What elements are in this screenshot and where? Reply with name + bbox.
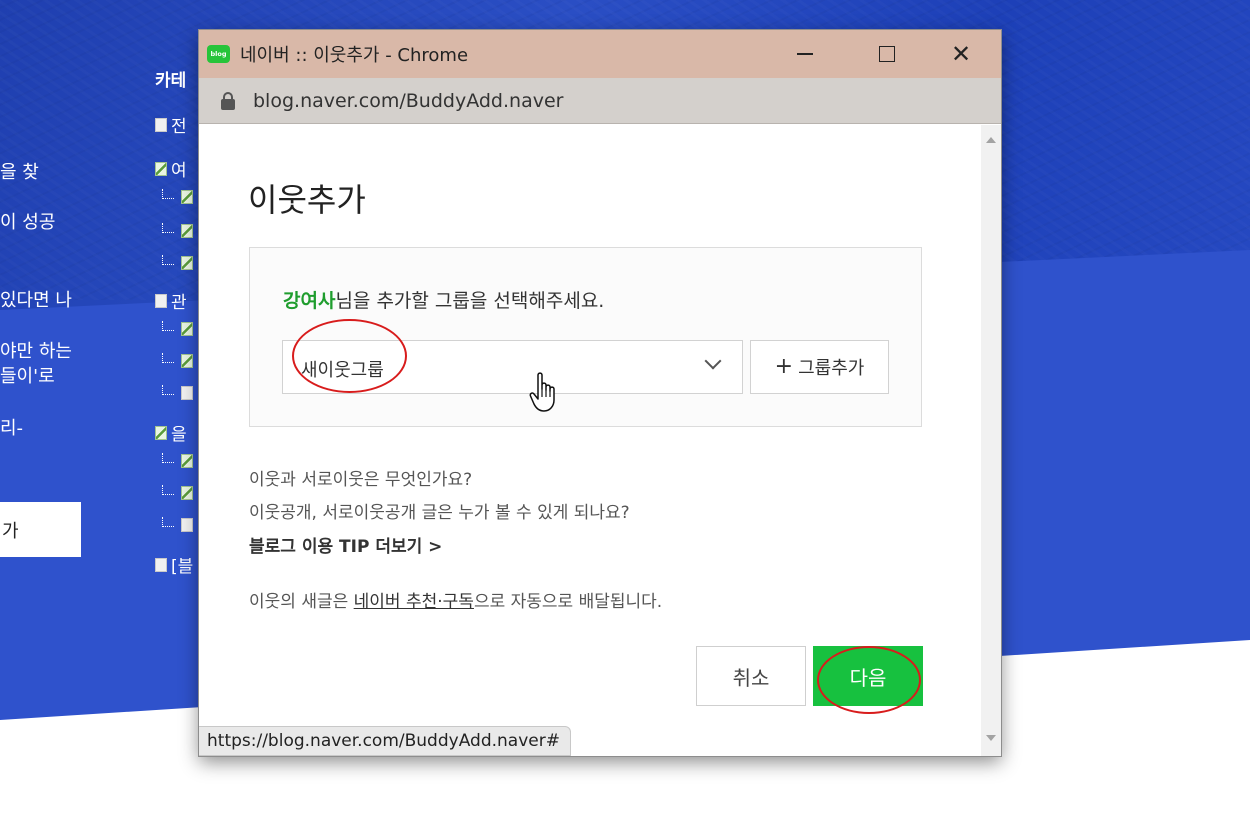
category-subitem[interactable] [162, 255, 193, 270]
category-subitem[interactable] [162, 453, 193, 468]
dialog-content: 이웃추가 강여사님을 추가할 그룹을 선택해주세요. 새이웃그룹 + 그룹추가 … [199, 125, 981, 756]
next-button[interactable]: 다음 [813, 646, 923, 706]
background-button[interactable]: 가 [0, 502, 81, 557]
group-prompt-text: 님을 추가할 그룹을 선택해주세요. [335, 290, 605, 312]
scroll-down-arrow-icon[interactable] [986, 735, 996, 741]
group-select-dropdown[interactable]: 새이웃그룹 [282, 340, 743, 394]
close-icon: ✕ [950, 40, 972, 68]
document-icon [181, 386, 193, 400]
group-prompt: 강여사님을 추가할 그룹을 선택해주세요. [283, 286, 604, 313]
category-icon [155, 161, 167, 176]
group-select-value: 새이웃그룹 [301, 360, 384, 381]
window-title: 네이버 :: 이웃추가 - Chrome [240, 45, 469, 66]
category-item[interactable]: [블 [155, 552, 193, 577]
background-post-text: 야만 하는 [0, 341, 72, 362]
tree-line [162, 223, 174, 233]
tree-line [162, 321, 174, 331]
tree-line [162, 485, 174, 495]
background-post-text: 있다면 나 [0, 290, 72, 311]
background-post-text: 들이'로 [0, 366, 55, 387]
link-status-bar: https://blog.naver.com/BuddyAdd.naver# [199, 726, 571, 756]
background-post-text: 을 찾 [0, 162, 39, 183]
category-header: 카테 [155, 71, 187, 91]
close-button[interactable]: ✕ [927, 30, 995, 78]
document-icon [155, 557, 167, 572]
scroll-up-arrow-icon[interactable] [986, 137, 996, 143]
url-text[interactable]: blog.naver.com/BuddyAdd.naver [253, 90, 563, 112]
background-post-text: 리- [0, 418, 24, 439]
add-group-button[interactable]: + 그룹추가 [750, 340, 889, 394]
blog-tip-link[interactable]: 블로그 이용 TIP 더보기 > [249, 532, 442, 557]
category-icon [181, 354, 193, 368]
naver-subscription-link[interactable]: 네이버 추천·구독 [354, 592, 474, 612]
delivery-suffix: 으로 자동으로 배달됩니다. [473, 592, 663, 612]
vertical-scrollbar[interactable] [981, 125, 1001, 756]
chevron-down-icon [704, 352, 722, 370]
category-subitem[interactable] [162, 189, 193, 204]
category-subitem[interactable] [162, 517, 193, 532]
category-subitem[interactable] [162, 223, 193, 238]
maximize-button[interactable] [853, 30, 921, 78]
category-icon [181, 454, 193, 468]
category-icon [181, 190, 193, 204]
category-icon [181, 224, 193, 238]
plus-icon: + [774, 354, 794, 379]
document-icon [155, 293, 167, 308]
dialog-heading: 이웃추가 [248, 181, 366, 219]
category-subitem[interactable] [162, 385, 193, 400]
background-post-text: 이 성공 [0, 212, 56, 233]
minimize-icon [797, 53, 813, 55]
window-titlebar[interactable]: blog 네이버 :: 이웃추가 - Chrome ✕ [199, 30, 1001, 78]
document-icon [181, 518, 193, 532]
tree-line [162, 189, 174, 199]
category-subitem[interactable] [162, 353, 193, 368]
tree-line [162, 453, 174, 463]
faq-link-visibility[interactable]: 이웃공개, 서로이웃공개 글은 누가 볼 수 있게 되나요? [249, 498, 630, 523]
category-item[interactable]: 관 [155, 288, 187, 313]
delivery-prefix: 이웃의 새글은 [249, 592, 354, 612]
delivery-notice: 이웃의 새글은 네이버 추천·구독으로 자동으로 배달됩니다. [249, 587, 662, 612]
maximize-icon [879, 46, 895, 62]
category-subitem[interactable] [162, 485, 193, 500]
lock-icon [221, 91, 235, 110]
add-group-label: 그룹추가 [798, 358, 865, 379]
hand-cursor-icon [529, 372, 555, 412]
category-item[interactable]: 여 [155, 156, 187, 181]
faq-link-buddy-types[interactable]: 이웃과 서로이웃은 무엇인가요? [249, 465, 472, 490]
tree-line [162, 255, 174, 265]
group-selection-box: 강여사님을 추가할 그룹을 선택해주세요. 새이웃그룹 + 그룹추가 [249, 247, 922, 427]
category-item[interactable]: 을 [155, 420, 187, 445]
tree-line [162, 517, 174, 527]
category-icon [181, 486, 193, 500]
category-item[interactable]: 전 [155, 112, 187, 137]
buddy-name: 강여사 [283, 290, 336, 312]
category-icon [181, 256, 193, 270]
category-subitem[interactable] [162, 321, 193, 336]
category-icon [155, 425, 167, 440]
address-bar[interactable]: blog.naver.com/BuddyAdd.naver [199, 78, 1001, 124]
tree-line [162, 385, 174, 395]
tree-line [162, 353, 174, 363]
buddy-add-popup-window: blog 네이버 :: 이웃추가 - Chrome ✕ blog.naver.c… [199, 30, 1001, 756]
category-icon [181, 322, 193, 336]
naver-blog-favicon-icon: blog [207, 45, 230, 63]
document-icon [155, 117, 167, 132]
background-button-label: 가 [2, 520, 19, 542]
cancel-button[interactable]: 취소 [696, 646, 806, 706]
minimize-button[interactable] [771, 30, 839, 78]
